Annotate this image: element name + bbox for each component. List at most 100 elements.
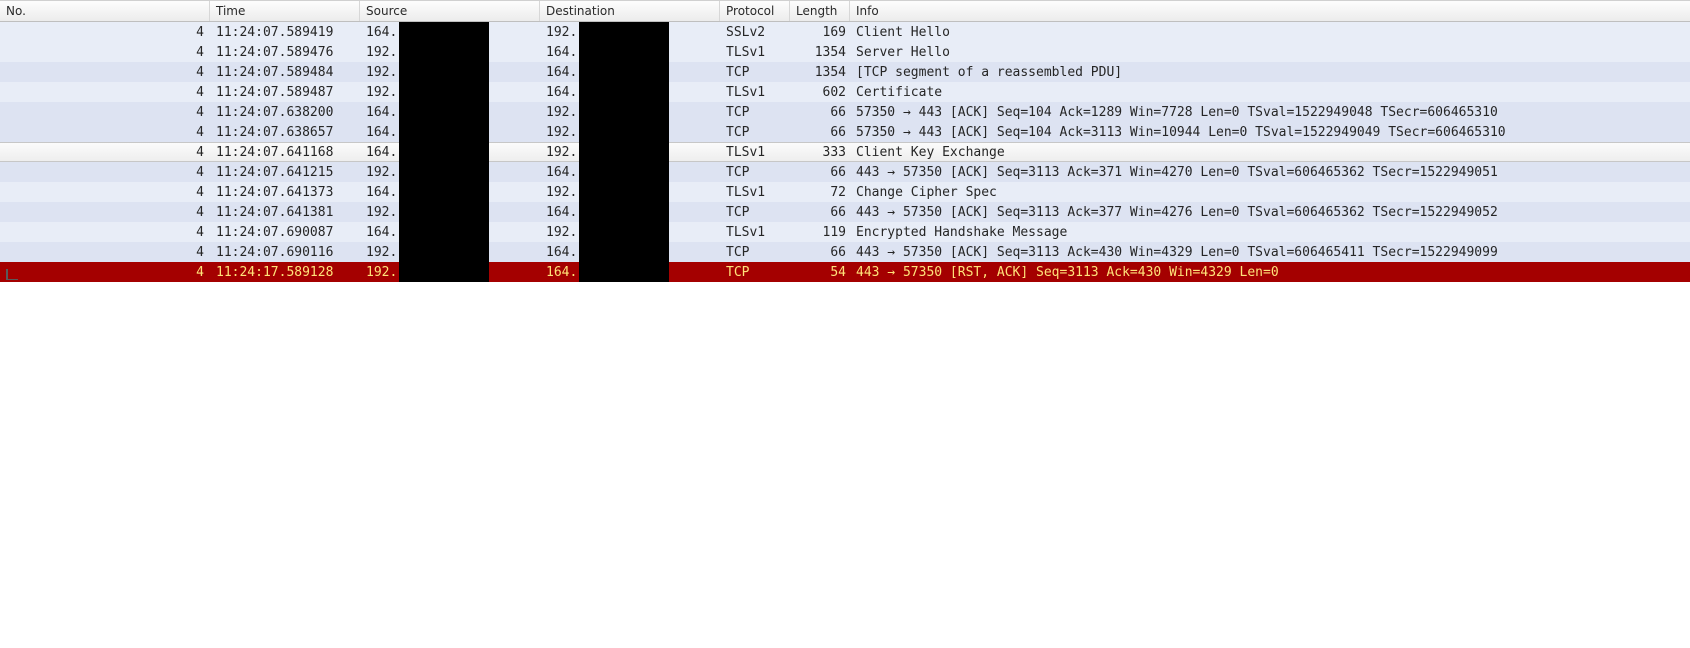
cell-time: 11:24:07.589487 — [210, 85, 360, 100]
table-row[interactable]: 411:24:07.641168164.192.TLSv1333Client K… — [0, 142, 1690, 162]
cell-time: 11:24:07.641381 — [210, 205, 360, 220]
redaction-block-icon — [579, 122, 669, 142]
cell-no: 4 — [0, 245, 210, 260]
cell-protocol: TCP — [720, 205, 790, 220]
cell-protocol: TCP — [720, 105, 790, 120]
column-header-time[interactable]: Time — [210, 1, 360, 21]
cell-protocol: TCP — [720, 245, 790, 260]
cell-info: 443 → 57350 [ACK] Seq=3113 Ack=377 Win=4… — [850, 205, 1690, 220]
table-row[interactable]: 411:24:07.641381192.164.TCP66443 → 57350… — [0, 202, 1690, 222]
cell-protocol: TCP — [720, 165, 790, 180]
cell-destination: 164. — [540, 202, 720, 222]
table-row[interactable]: 411:24:07.589484192.164.TCP1354[TCP segm… — [0, 62, 1690, 82]
cell-length: 66 — [790, 105, 850, 120]
source-ip-prefix: 164. — [366, 185, 397, 200]
cell-protocol: TLSv1 — [720, 185, 790, 200]
column-header-no[interactable]: No. — [0, 1, 210, 21]
column-header-source[interactable]: Source — [360, 1, 540, 21]
cell-info: 57350 → 443 [ACK] Seq=104 Ack=3113 Win=1… — [850, 125, 1690, 140]
redaction-block-icon — [579, 262, 669, 282]
cell-time: 11:24:07.641373 — [210, 185, 360, 200]
table-row[interactable]: 411:24:07.589419164.192.SSLv2169Client H… — [0, 22, 1690, 42]
packet-rows: 411:24:07.589419164.192.SSLv2169Client H… — [0, 22, 1690, 282]
table-row[interactable]: 411:24:07.638657164.192.TCP6657350 → 443… — [0, 122, 1690, 142]
destination-ip-prefix: 164. — [546, 45, 577, 60]
redaction-block-icon — [399, 202, 489, 222]
table-row[interactable]: 411:24:07.589487192.164.TLSv1602Certific… — [0, 82, 1690, 102]
redaction-block-icon — [579, 182, 669, 202]
cell-length: 119 — [790, 225, 850, 240]
cell-no: 4 — [0, 85, 210, 100]
cell-destination: 192. — [540, 222, 720, 242]
cell-time: 11:24:07.638657 — [210, 125, 360, 140]
cell-destination: 164. — [540, 242, 720, 262]
cell-time: 11:24:17.589128 — [210, 265, 360, 280]
redaction-block-icon — [579, 62, 669, 82]
column-header-length[interactable]: Length — [790, 1, 850, 21]
cell-destination: 164. — [540, 82, 720, 102]
cell-length: 1354 — [790, 65, 850, 80]
destination-ip-prefix: 192. — [546, 125, 577, 140]
cell-source: 192. — [360, 82, 540, 102]
cell-protocol: TCP — [720, 265, 790, 280]
cell-time: 11:24:07.690087 — [210, 225, 360, 240]
table-row[interactable]: 411:24:07.641215192.164.TCP66443 → 57350… — [0, 162, 1690, 182]
cell-no: 4 — [0, 165, 210, 180]
cell-info: 443 → 57350 [ACK] Seq=3113 Ack=371 Win=4… — [850, 165, 1690, 180]
cell-length: 66 — [790, 125, 850, 140]
destination-ip-prefix: 164. — [546, 205, 577, 220]
table-row[interactable]: 411:24:07.589476192.164.TLSv11354Server … — [0, 42, 1690, 62]
cell-time: 11:24:07.638200 — [210, 105, 360, 120]
cell-destination: 164. — [540, 262, 720, 282]
source-ip-prefix: 192. — [366, 45, 397, 60]
cell-info: Client Key Exchange — [850, 145, 1690, 160]
cell-destination: 192. — [540, 122, 720, 142]
column-header-protocol[interactable]: Protocol — [720, 1, 790, 21]
cell-destination: 192. — [540, 102, 720, 122]
source-ip-prefix: 192. — [366, 85, 397, 100]
cell-source: 164. — [360, 222, 540, 242]
cell-time: 11:24:07.589476 — [210, 45, 360, 60]
destination-ip-prefix: 192. — [546, 25, 577, 40]
destination-ip-prefix: 164. — [546, 165, 577, 180]
source-ip-prefix: 192. — [366, 165, 397, 180]
source-ip-prefix: 192. — [366, 65, 397, 80]
redaction-block-icon — [579, 222, 669, 242]
cell-time: 11:24:07.690116 — [210, 245, 360, 260]
column-header-destination[interactable]: Destination — [540, 1, 720, 21]
cell-destination: 192. — [540, 142, 720, 162]
cell-length: 54 — [790, 265, 850, 280]
cell-length: 66 — [790, 205, 850, 220]
redaction-block-icon — [399, 82, 489, 102]
cell-protocol: TLSv1 — [720, 85, 790, 100]
table-row[interactable]: 411:24:17.589128192.164.TCP54443 → 57350… — [0, 262, 1690, 282]
table-row[interactable]: 411:24:07.638200164.192.TCP6657350 → 443… — [0, 102, 1690, 122]
cell-info: 57350 → 443 [ACK] Seq=104 Ack=1289 Win=7… — [850, 105, 1690, 120]
redaction-block-icon — [579, 102, 669, 122]
cell-length: 1354 — [790, 45, 850, 60]
redaction-block-icon — [399, 182, 489, 202]
packet-list-pane[interactable]: No. Time Source Destination Protocol Len… — [0, 0, 1690, 282]
cell-length: 602 — [790, 85, 850, 100]
source-ip-prefix: 164. — [366, 225, 397, 240]
cell-no: 4 — [0, 265, 210, 280]
redaction-block-icon — [399, 142, 489, 162]
related-packet-marker-icon — [6, 269, 18, 280]
redaction-block-icon — [579, 142, 669, 162]
destination-ip-prefix: 164. — [546, 65, 577, 80]
redaction-block-icon — [399, 162, 489, 182]
redaction-block-icon — [579, 82, 669, 102]
cell-source: 164. — [360, 102, 540, 122]
cell-no: 4 — [0, 65, 210, 80]
cell-source: 192. — [360, 62, 540, 82]
table-row[interactable]: 411:24:07.690116192.164.TCP66443 → 57350… — [0, 242, 1690, 262]
cell-info: 443 → 57350 [RST, ACK] Seq=3113 Ack=430 … — [850, 265, 1690, 280]
cell-info: [TCP segment of a reassembled PDU] — [850, 65, 1690, 80]
redaction-block-icon — [579, 42, 669, 62]
column-header-info[interactable]: Info — [850, 1, 1690, 21]
cell-length: 66 — [790, 165, 850, 180]
redaction-block-icon — [399, 222, 489, 242]
table-row[interactable]: 411:24:07.641373164.192.TLSv172Change Ci… — [0, 182, 1690, 202]
table-row[interactable]: 411:24:07.690087164.192.TLSv1119Encrypte… — [0, 222, 1690, 242]
cell-source: 164. — [360, 182, 540, 202]
